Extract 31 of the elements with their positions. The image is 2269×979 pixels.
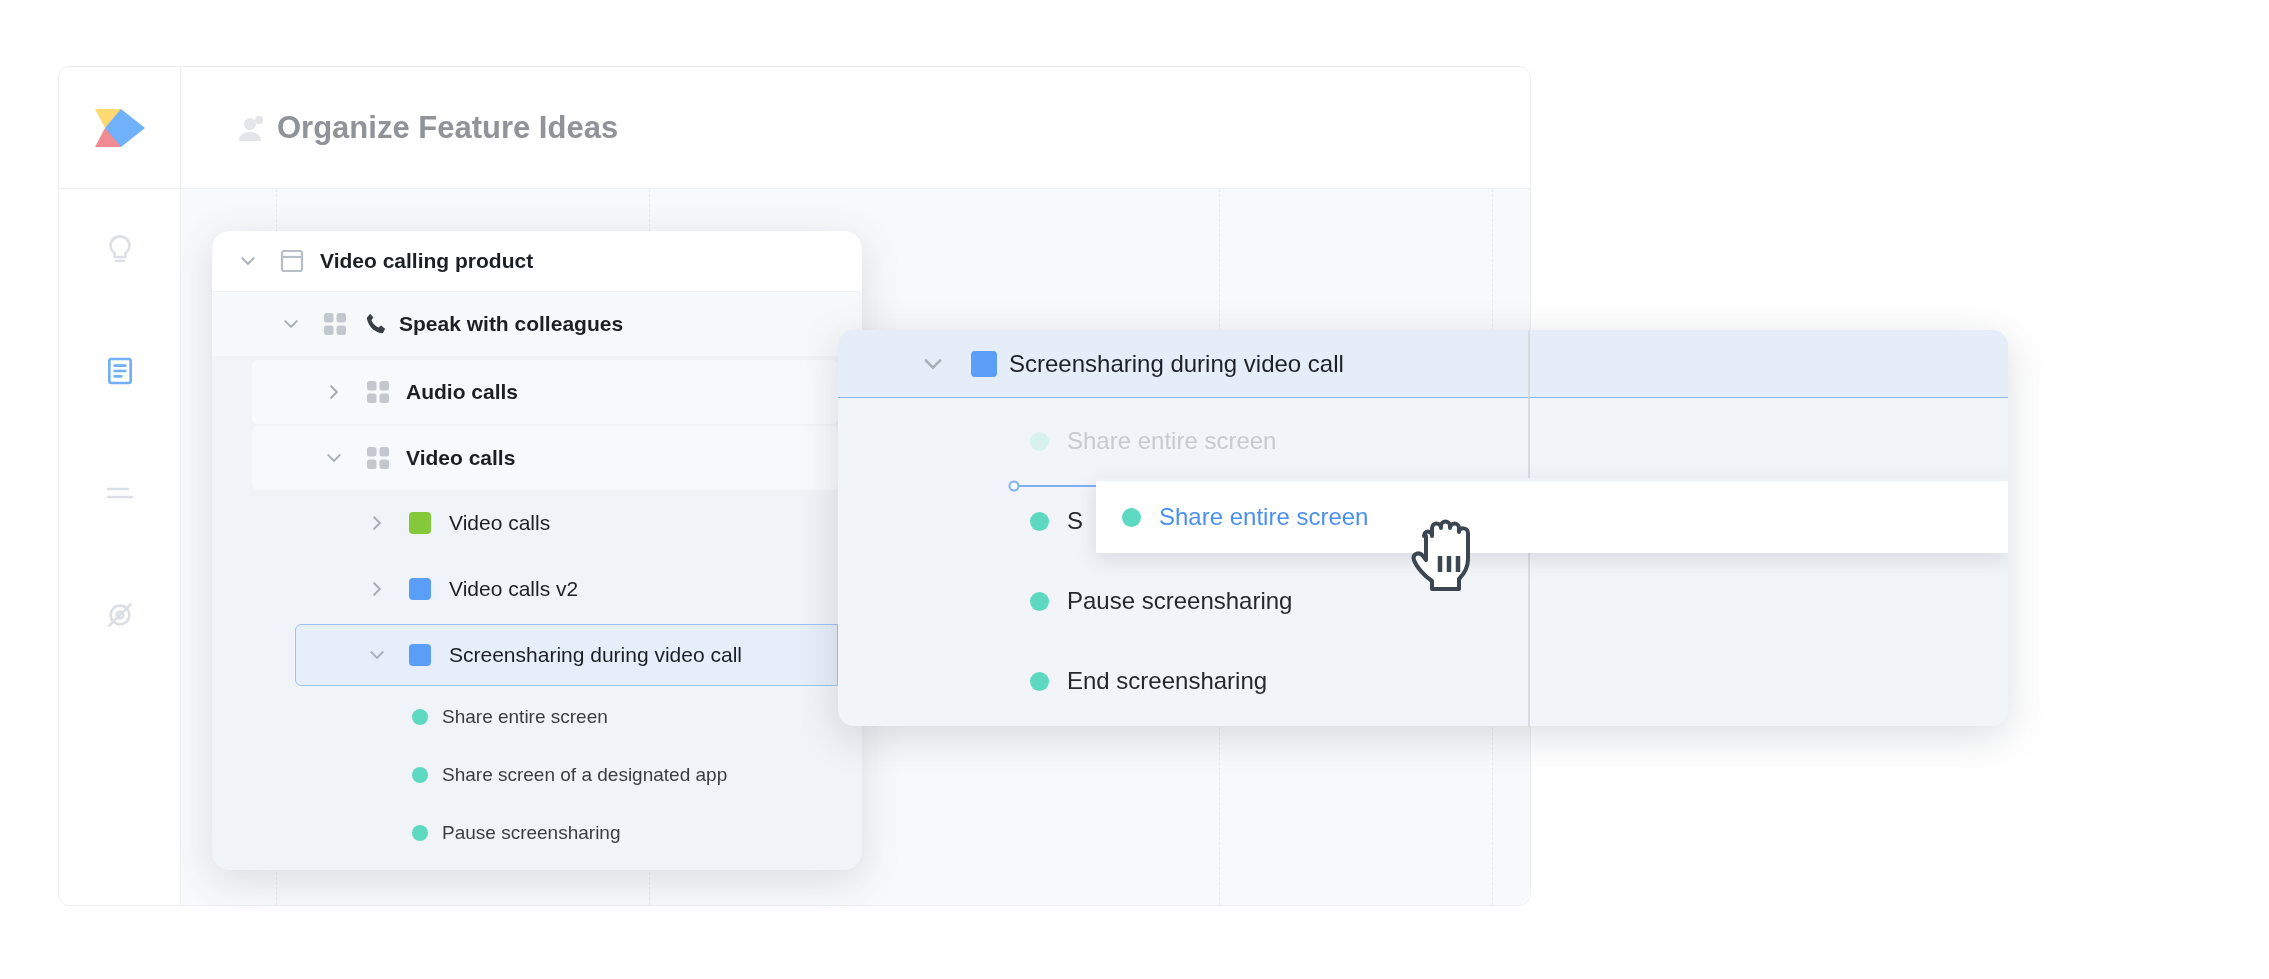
status-dot-icon: [1122, 507, 1141, 527]
detail-title: Screensharing during video call: [1009, 349, 1344, 378]
row-label[interactable]: Screensharing during video call: [449, 643, 742, 667]
task-label[interactable]: Pause screensharing: [1067, 587, 1293, 615]
row-label[interactable]: Share entire screen: [442, 706, 608, 728]
row-label[interactable]: Video calling product: [320, 249, 534, 273]
row-label[interactable]: Audio calls: [406, 380, 519, 404]
task-label[interactable]: End screensharing: [1067, 667, 1268, 695]
tree-row[interactable]: Video calls: [252, 426, 838, 490]
row-label[interactable]: Speak with colleagues: [399, 312, 624, 336]
status-dot-icon: [412, 825, 428, 841]
row-label[interactable]: Share screen of a designated app: [442, 764, 728, 786]
grid-icon: [323, 312, 347, 336]
task-label: Share entire screen: [1159, 503, 1369, 531]
status-dot-icon: [412, 709, 428, 725]
row-label[interactable]: Pause screensharing: [442, 822, 621, 844]
tree-row[interactable]: Audio calls: [252, 360, 838, 424]
board-icon: [280, 249, 304, 273]
grid-icon: [366, 380, 390, 404]
tree-row[interactable]: Video calling product: [212, 231, 862, 292]
tree-row[interactable]: Screensharing during video call: [295, 624, 838, 686]
detail-header[interactable]: Screensharing during video call: [838, 330, 2008, 398]
page-title: Organize Feature Ideas: [277, 109, 619, 146]
logo-icon: [94, 108, 145, 147]
row-label[interactable]: Video calls v2: [449, 577, 579, 601]
row-label[interactable]: Video calls: [406, 446, 516, 470]
task-label[interactable]: S: [1067, 507, 1083, 535]
tree-row[interactable]: Speak with colleagues: [212, 292, 862, 358]
status-dot-icon: [412, 767, 428, 783]
row-label[interactable]: Video calls: [449, 511, 551, 535]
grid-icon: [366, 446, 390, 470]
